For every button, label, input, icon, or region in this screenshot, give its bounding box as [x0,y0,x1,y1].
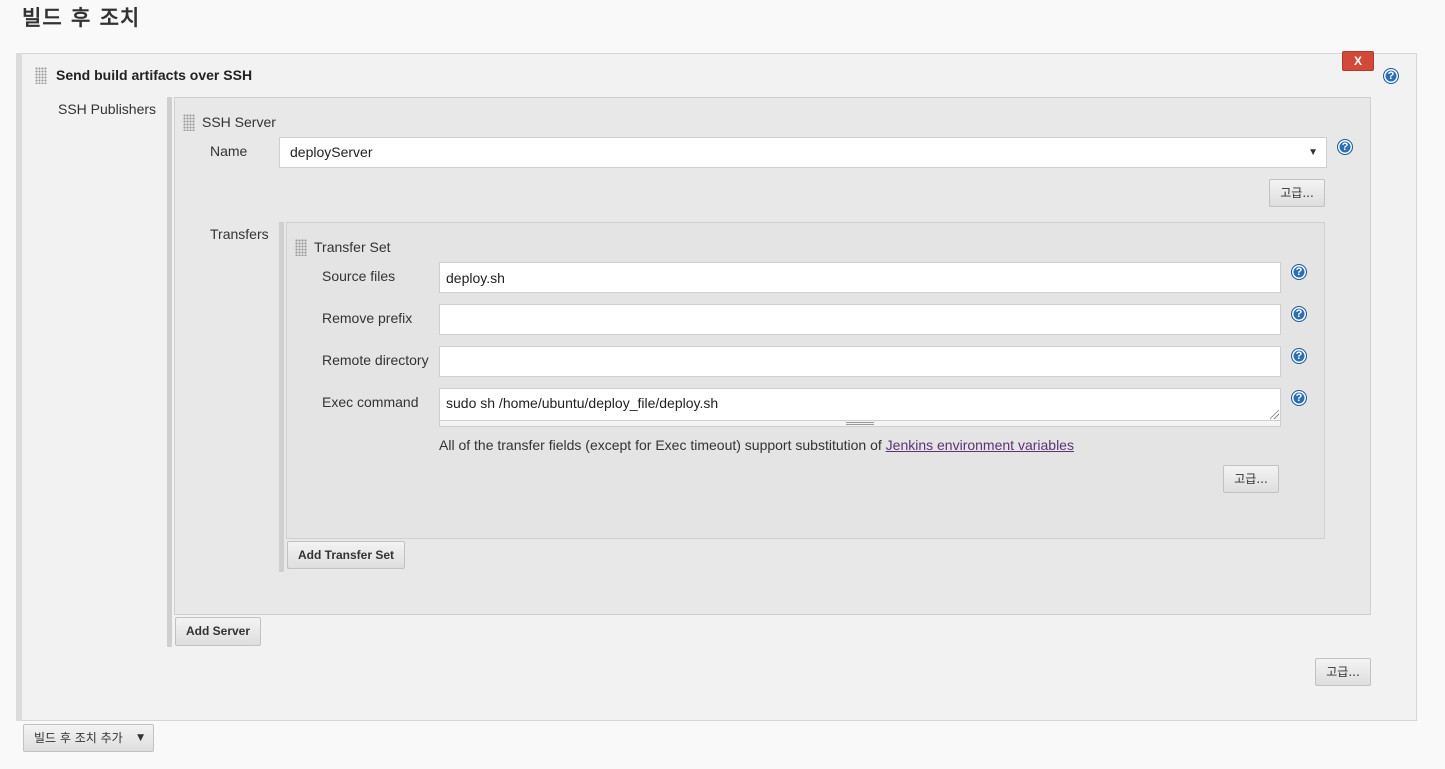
substitution-info: All of the transfer fields (except for E… [439,437,1074,453]
substitution-info-text: All of the transfer fields (except for E… [439,437,886,453]
name-label: Name [210,143,248,159]
add-transfer-set-button[interactable]: Add Transfer Set [287,541,405,569]
publishers-left-bar [167,97,172,647]
remote-directory-label: Remote directory [322,352,429,368]
help-icon[interactable]: ? [1383,68,1399,84]
transfers-left-bar [279,222,284,572]
help-icon[interactable]: ? [1337,139,1353,155]
server-name-value: deployServer [290,144,373,160]
delete-step-button[interactable]: X [1342,51,1374,71]
help-icon[interactable]: ? [1291,306,1307,322]
add-post-build-action-label: 빌드 후 조치 추가 [34,731,123,745]
help-icon[interactable]: ? [1291,264,1307,280]
transfer-advanced-button[interactable]: 고급... [1223,465,1279,493]
jenkins-env-vars-link[interactable]: Jenkins environment variables [886,437,1074,453]
add-server-button[interactable]: Add Server [175,617,261,646]
help-icon[interactable]: ? [1291,390,1307,406]
exec-command-label: Exec command [322,394,419,410]
drag-handle-icon[interactable] [183,114,195,131]
ssh-server-title: SSH Server [202,114,276,130]
caret-down-icon: ▼ [137,733,144,743]
remove-prefix-input[interactable] [439,304,1281,335]
remote-directory-input[interactable] [439,346,1281,377]
transfers-label: Transfers [210,226,269,242]
section-title: 빌드 후 조치 [22,6,141,30]
step-title: Send build artifacts over SSH [56,67,253,83]
step-left-bar [16,53,22,721]
step-advanced-button[interactable]: 고급... [1315,658,1371,686]
grip-lines-icon [846,422,874,425]
source-files-label: Source files [322,268,396,284]
textarea-expand-grip[interactable] [439,421,1281,427]
drag-handle-icon[interactable] [35,67,47,84]
source-files-input[interactable] [439,262,1281,293]
add-post-build-action-button[interactable]: 빌드 후 조치 추가 ▼ [23,724,154,752]
caret-down-icon: ▼ [1308,147,1318,158]
exec-command-textarea[interactable]: sudo sh /home/ubuntu/deploy_file/deploy.… [439,388,1281,421]
resize-handle-icon[interactable] [1270,410,1279,419]
server-advanced-button[interactable]: 고급... [1269,179,1325,207]
ssh-publishers-label: SSH Publishers [58,101,157,117]
help-icon[interactable]: ? [1291,348,1307,364]
server-name-select[interactable]: deployServer ▼ [279,137,1327,168]
exec-command-value: sudo sh /home/ubuntu/deploy_file/deploy.… [446,395,719,411]
transfer-set-title: Transfer Set [314,239,391,255]
drag-handle-icon[interactable] [295,239,307,256]
remove-prefix-label: Remove prefix [322,310,413,326]
